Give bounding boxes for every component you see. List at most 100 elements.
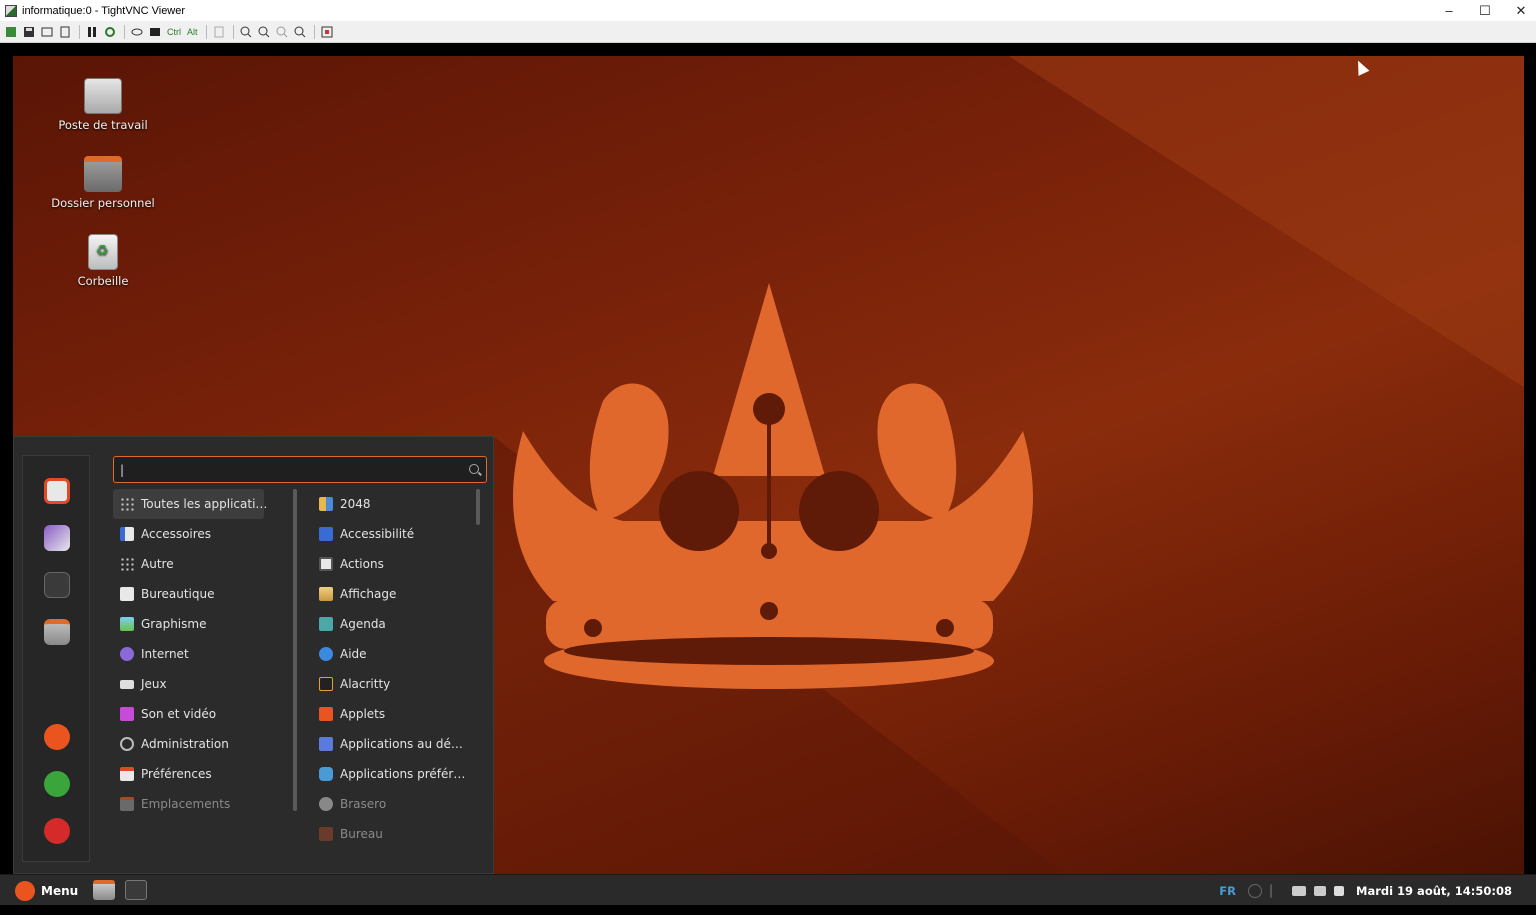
app-item[interactable]: Aide (312, 639, 477, 669)
app-item[interactable]: Applications au dé… (312, 729, 477, 759)
files-taskbar-icon[interactable] (93, 880, 115, 900)
folder-icon (120, 797, 134, 811)
app-item[interactable]: Applets (312, 699, 477, 729)
terminal-taskbar-icon[interactable] (125, 880, 147, 900)
category-item-games[interactable]: Jeux (113, 669, 278, 699)
desktop-icon-computer[interactable]: Poste de travail (48, 78, 158, 132)
graphics-icon (120, 617, 134, 631)
category-list: Toutes les applicati… Accessoires Autre … (113, 489, 278, 844)
toolbar-separator (124, 24, 125, 39)
application-menu: Toutes les applicati… Accessoires Autre … (13, 436, 494, 874)
menu-button-label: Menu (41, 884, 79, 898)
power-icon[interactable] (44, 818, 70, 844)
vnc-toolbar: Ctrl Alt (0, 21, 1536, 43)
system-tray: FR Mardi 19 août, 14:50:08 (1219, 875, 1512, 906)
application-scrollbar[interactable] (476, 489, 480, 525)
category-item-places[interactable]: Emplacements (113, 789, 278, 819)
app-item[interactable]: Alacritty (312, 669, 477, 699)
pause-icon[interactable] (84, 24, 100, 40)
minimize-button[interactable]: – (1431, 0, 1467, 21)
category-label: Administration (141, 737, 229, 751)
app-label: Brasero (340, 797, 387, 811)
app-label: 2048 (340, 497, 371, 511)
app-item[interactable]: Affichage (312, 579, 477, 609)
category-item-internet[interactable]: Internet (113, 639, 278, 669)
category-item-accessories[interactable]: Accessoires (113, 519, 278, 549)
refresh-icon[interactable] (102, 24, 118, 40)
administration-icon (120, 737, 134, 751)
files-icon[interactable] (44, 619, 70, 645)
desktop-icon-home[interactable]: Dossier personnel (48, 156, 158, 210)
desktop-icon-label: Dossier personnel (51, 196, 155, 210)
category-label: Accessoires (141, 527, 212, 541)
terminal-icon[interactable] (44, 572, 70, 598)
internet-icon (120, 647, 134, 661)
category-item-other[interactable]: Autre (113, 549, 278, 579)
category-item-graphics[interactable]: Graphisme (113, 609, 278, 639)
desktop-icon-label: Poste de travail (58, 118, 148, 132)
app-item[interactable]: Actions (312, 549, 477, 579)
help-icon (319, 647, 333, 661)
app-item[interactable]: Agenda (312, 609, 477, 639)
clipboard-icon[interactable] (211, 24, 227, 40)
category-item-multimedia[interactable]: Son et vidéo (113, 699, 278, 729)
2048-icon (319, 497, 333, 511)
software-icon[interactable] (44, 525, 70, 551)
category-label: Graphisme (141, 617, 207, 631)
zoom-out-icon[interactable] (256, 24, 272, 40)
menu-button[interactable]: Menu (15, 879, 78, 903)
ctrl-key-button[interactable]: Ctrl (165, 24, 183, 40)
grid-icon (120, 497, 134, 511)
new-connection-icon[interactable] (3, 24, 19, 40)
ctrl-esc-icon[interactable] (147, 24, 163, 40)
search-icon[interactable] (469, 464, 479, 474)
volume-tray-icon[interactable] (1334, 885, 1344, 896)
category-label: Emplacements (141, 797, 231, 811)
alacritty-icon (319, 677, 333, 691)
wallpaper-facet (993, 56, 1524, 406)
zoom-100-icon[interactable] (274, 24, 290, 40)
close-button[interactable]: ✕ (1503, 0, 1536, 21)
category-item-office[interactable]: Bureautique (113, 579, 278, 609)
category-scrollbar[interactable] (293, 489, 297, 811)
app-item[interactable]: Brasero (312, 789, 477, 819)
save-icon[interactable] (21, 24, 37, 40)
settings-icon[interactable] (44, 478, 70, 504)
startup-apps-icon (319, 737, 333, 751)
app-item[interactable]: Bureau (312, 819, 477, 844)
applets-icon (319, 707, 333, 721)
search-input[interactable] (113, 456, 487, 483)
options-icon[interactable] (39, 24, 55, 40)
clock[interactable]: Mardi 19 août, 14:50:08 (1356, 884, 1512, 898)
desktop-wallpaper[interactable]: Poste de travail Dossier personnel ♻ Cor… (13, 56, 1524, 886)
ctrl-alt-del-icon[interactable] (129, 24, 145, 40)
display-icon (319, 587, 333, 601)
category-item-preferences[interactable]: Préférences (113, 759, 278, 789)
category-label: Son et vidéo (141, 707, 217, 721)
app-item[interactable]: Accessibilité (312, 519, 477, 549)
logout-icon[interactable] (44, 771, 70, 797)
crown-wallpaper-art (513, 283, 1033, 689)
accessories-icon (120, 527, 134, 541)
remote-screen[interactable]: Poste de travail Dossier personnel ♻ Cor… (0, 44, 1536, 915)
network-tray-icon[interactable] (1314, 885, 1326, 896)
zoom-fit-icon[interactable] (292, 24, 308, 40)
desktop-icon-trash[interactable]: ♻ Corbeille (48, 234, 158, 288)
maximize-button[interactable]: ☐ (1467, 0, 1503, 21)
app-item[interactable]: Applications préfér… (312, 759, 477, 789)
zoom-in-icon[interactable] (238, 24, 254, 40)
app-label: Affichage (340, 587, 397, 601)
info-icon[interactable] (57, 24, 73, 40)
app-item[interactable]: 2048 (312, 489, 477, 519)
app-label: Aide (340, 647, 367, 661)
window-title: informatique:0 - TightVNC Viewer (22, 4, 186, 17)
lock-icon[interactable] (44, 724, 70, 750)
fullscreen-icon[interactable] (319, 24, 335, 40)
alt-key-button[interactable]: Alt (185, 24, 200, 40)
keyboard-layout-indicator[interactable]: FR (1219, 884, 1236, 898)
printer-tray-icon[interactable] (1292, 885, 1306, 896)
category-item-all[interactable]: Toutes les applicati… (113, 489, 267, 519)
bluetooth-tray-icon[interactable] (1270, 883, 1284, 898)
accessibility-tray-icon[interactable] (1248, 883, 1262, 898)
category-item-administration[interactable]: Administration (113, 729, 278, 759)
